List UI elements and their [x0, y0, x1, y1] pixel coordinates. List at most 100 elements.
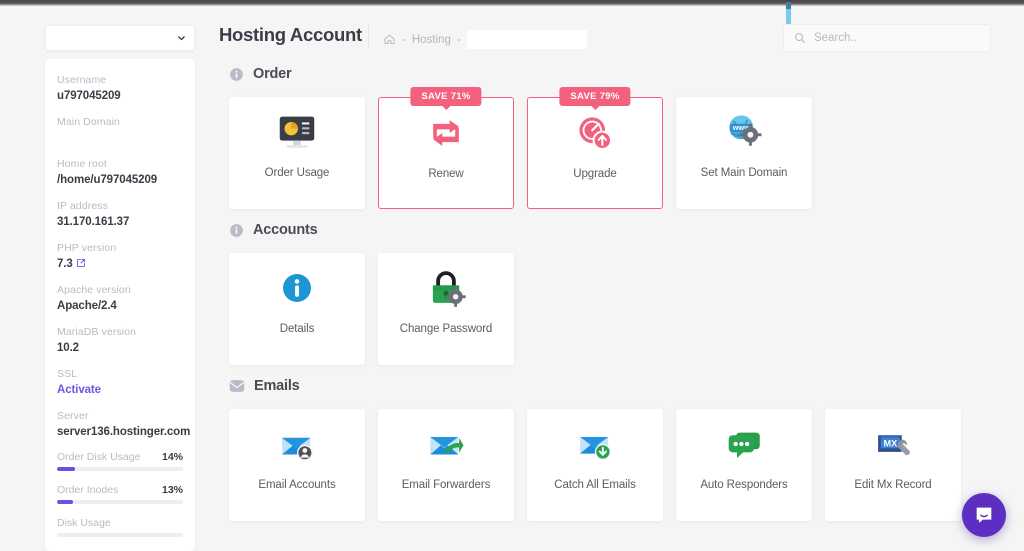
section-title: Emails — [254, 378, 300, 394]
card-email-forwarders[interactable]: Email Forwarders — [378, 409, 514, 521]
usage-meter: Order Inodes 13% — [57, 484, 183, 504]
info-value: 10.2 — [57, 342, 79, 354]
search-icon — [795, 33, 806, 44]
lock-gear-icon — [425, 253, 467, 323]
envelope-user-icon — [276, 409, 318, 479]
card-upgrade[interactable]: SAVE 79% Upgrade — [527, 87, 663, 209]
info-label: Main Domain — [57, 116, 120, 128]
card-change-password[interactable]: Change Password — [378, 253, 514, 365]
external-link-icon[interactable] — [76, 258, 86, 268]
card-label: Upgrade — [573, 168, 617, 180]
breadcrumb-item-hosting[interactable]: Hosting — [412, 34, 451, 46]
card-label: Details — [279, 323, 315, 335]
card-label: Set Main Domain — [700, 167, 788, 179]
search-box[interactable]: Search.. — [783, 24, 991, 52]
meter-label: Disk Usage — [57, 517, 111, 529]
card-set-main-domain[interactable]: www Set Main Domain — [676, 97, 812, 209]
home-icon[interactable] — [383, 33, 396, 46]
info-circle-icon — [230, 67, 243, 81]
info-label: Apache version — [57, 284, 131, 296]
globe-www-gear-icon: www — [722, 97, 766, 167]
section-title: Accounts — [253, 222, 318, 238]
info-label: Home root — [57, 158, 107, 170]
account-sidebar: Username u797045209 Main Domain Home root/h… — [45, 6, 195, 551]
meter-label: Order Inodes — [57, 484, 119, 496]
meter-head: Disk Usage — [57, 517, 183, 529]
meter-fill — [57, 500, 74, 504]
envelope-icon — [229, 380, 245, 392]
breadcrumb: - Hosting - — [383, 30, 587, 49]
info-circle-icon — [230, 223, 243, 237]
card-order-usage[interactable]: Order Usage — [229, 97, 365, 209]
info-value: server136.hostinger.com — [57, 426, 191, 438]
card-edit-mx-record[interactable]: MX Edit Mx Record — [825, 409, 961, 521]
account-select[interactable] — [45, 25, 195, 51]
monitor-chart-icon — [274, 97, 320, 167]
info-label: PHP version — [57, 242, 117, 254]
info-label: IP address — [57, 200, 109, 212]
info-row: Server server136.hostinger.com — [57, 409, 191, 440]
usage-meter: Order Disk Usage 14% — [57, 451, 183, 471]
card-auto-responders[interactable]: Auto Responders — [676, 409, 812, 521]
mx-wrench-icon: MX — [872, 409, 914, 479]
page-title: Hosting Account — [219, 24, 362, 45]
meter-head: Order Inodes 13% — [57, 484, 183, 496]
info-blue-circle-icon — [276, 253, 318, 323]
meter-label: Order Disk Usage — [57, 451, 141, 463]
usage-meter: Disk Usage — [57, 517, 183, 537]
meter-fill — [57, 467, 75, 471]
section-emails: Emails Email Accounts Email Forwarders Catc… — [219, 373, 1024, 521]
meter-percent: 14% — [161, 451, 183, 463]
usage-meter-list: Order Disk Usage 14% Order Inodes 13% Disk U… — [57, 451, 183, 551]
card-label: Change Password — [399, 323, 493, 335]
info-value: 31.170.161.37 — [57, 216, 130, 228]
app-page: Username u797045209 Main Domain Home root/h… — [0, 6, 1024, 551]
chat-widget-button[interactable] — [962, 493, 1006, 537]
info-label: MariaDB version — [57, 326, 137, 338]
card-row: Details Change Password — [219, 253, 1024, 365]
section-title: Order — [253, 66, 292, 82]
envelope-forward-icon — [425, 409, 467, 479]
card-catch-all-emails[interactable]: Catch All Emails — [527, 409, 663, 521]
info-label: Username — [57, 74, 107, 86]
section-accounts: Accounts Details Change Password — [219, 217, 1024, 365]
card-row: Order Usage SAVE 71% Renew SAVE 79% Upgrade w… — [219, 87, 1024, 209]
info-value-link[interactable]: Activate — [57, 382, 183, 398]
info-row: Main Domain — [57, 115, 183, 146]
card-details[interactable]: Details — [229, 253, 365, 365]
card-label: Renew — [428, 168, 464, 180]
meter-head: Order Disk Usage 14% — [57, 451, 183, 463]
section-order: Order Order Usage SAVE 71% Renew SAVE 79% Upg… — [219, 61, 1024, 209]
save-badge: SAVE 71% — [410, 87, 482, 106]
card-label: Order Usage — [264, 167, 330, 179]
chat-bubbles-icon — [723, 409, 765, 479]
info-row: SSL Activate — [57, 367, 183, 398]
section-header: Order — [219, 61, 1024, 87]
account-info-list: Username u797045209 Main Domain Home root/h… — [57, 73, 191, 440]
info-row: IP address 31.170.161.37 — [57, 199, 183, 230]
info-row: PHP version 7.3 — [57, 241, 183, 272]
card-label: Email Accounts — [258, 479, 336, 491]
search-placeholder: Search.. — [814, 32, 857, 44]
info-value: /home/u797045209 — [57, 174, 158, 186]
main-content: Order Order Usage SAVE 71% Renew SAVE 79% Upg… — [219, 61, 1024, 549]
card-renew[interactable]: SAVE 71% Renew — [378, 87, 514, 209]
breadcrumb-item-redacted[interactable] — [466, 30, 587, 49]
chevron-down-icon — [178, 36, 185, 41]
section-list: Order Order Usage SAVE 71% Renew SAVE 79% Upg… — [219, 61, 1024, 521]
info-value — [57, 130, 183, 146]
section-header: Accounts — [219, 217, 1024, 243]
info-label: SSL — [57, 368, 78, 380]
chat-widget-icon — [976, 507, 992, 523]
info-row: Apache version Apache/2.4 — [57, 283, 183, 314]
card-label: Catch All Emails — [554, 479, 636, 491]
breadcrumb-sep-2: - — [456, 33, 461, 46]
card-email-accounts[interactable]: Email Accounts — [229, 409, 365, 521]
section-header: Emails — [219, 373, 1024, 399]
meter-percent: 13% — [161, 484, 183, 496]
breadcrumb-divider — [368, 25, 369, 47]
account-info-card: Username u797045209 Main Domain Home root/h… — [45, 59, 195, 551]
card-row: Email Accounts Email Forwarders Catch All … — [219, 409, 1024, 521]
meter-track — [57, 533, 183, 537]
envelope-download-icon — [574, 409, 616, 479]
